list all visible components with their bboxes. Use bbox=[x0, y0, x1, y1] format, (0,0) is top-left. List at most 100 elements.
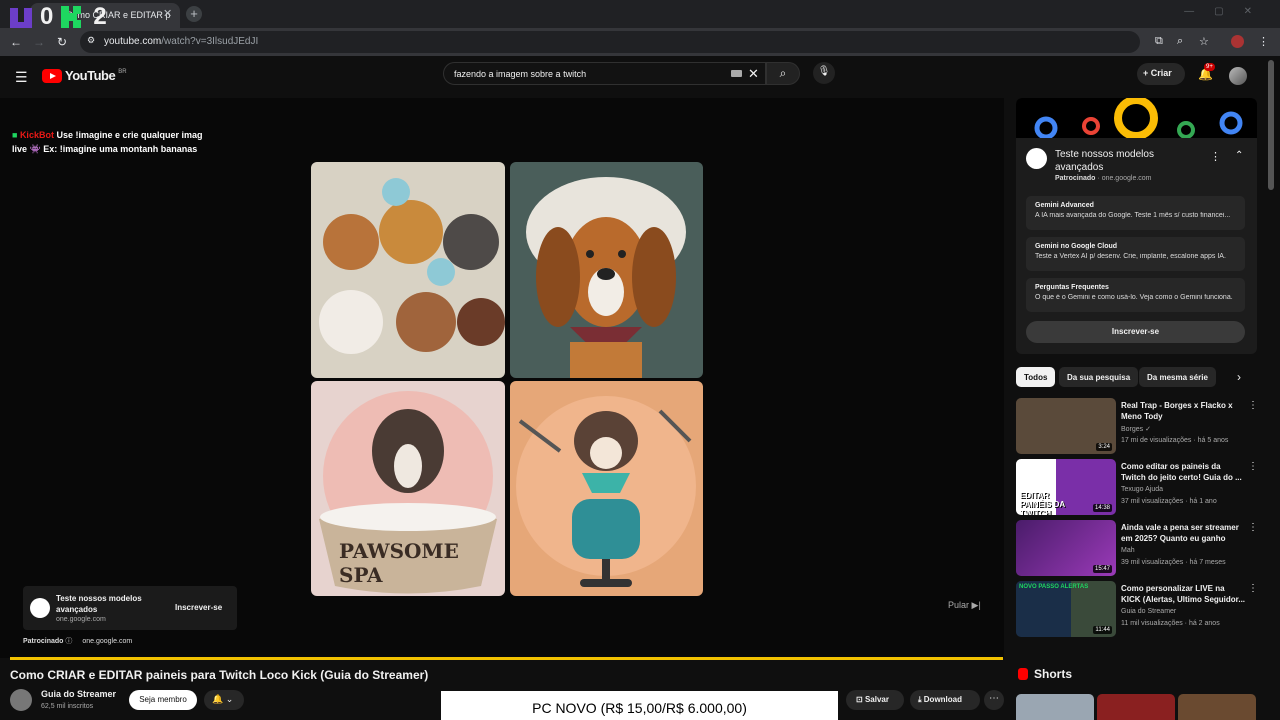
short-thumbnail[interactable] bbox=[1097, 694, 1175, 720]
sidebar-ad-subscribe-button[interactable]: Inscrever-se bbox=[1026, 321, 1245, 343]
channel-name[interactable]: Guia do Streamer bbox=[1121, 608, 1176, 615]
video-title[interactable]: Como personalizar LIVE na KICK (Alertas,… bbox=[1121, 583, 1245, 605]
clear-search-icon[interactable]: ✕ bbox=[748, 66, 759, 82]
join-button[interactable]: Seja membro bbox=[129, 690, 197, 710]
sidebar-ad-item-heading: Gemini Advanced bbox=[1035, 202, 1094, 209]
install-icon[interactable]: ⧉ bbox=[1155, 35, 1163, 48]
page-scrollbar[interactable] bbox=[1268, 60, 1274, 190]
video-menu-icon[interactable]: ⋮ bbox=[1248, 522, 1258, 533]
sidebar-ad-item[interactable]: Gemini Advanced A IA mais avançada do Go… bbox=[1026, 196, 1245, 230]
video-duration: 11:44 bbox=[1093, 626, 1112, 634]
ad-progress-bar[interactable] bbox=[10, 657, 1003, 660]
video-menu-icon[interactable]: ⋮ bbox=[1248, 461, 1258, 472]
youtube-logo-text: YouTube bbox=[65, 68, 116, 83]
create-button[interactable]: + Criar bbox=[1137, 63, 1185, 85]
sidebar-ad[interactable]: Teste nossos modelos avançados Patrocina… bbox=[1016, 98, 1257, 354]
video-thumbnail[interactable]: 15:47 bbox=[1016, 520, 1116, 576]
kick-badge-icon: ■ bbox=[12, 130, 20, 140]
chrome-menu-icon[interactable]: ⋮ bbox=[1258, 35, 1269, 48]
video-meta: 37 mil visualizações · há 1 ano bbox=[1121, 498, 1217, 505]
channel-line: Borges ✓ bbox=[1121, 425, 1151, 433]
short-thumbnail[interactable] bbox=[1178, 694, 1256, 720]
video-thumbnail[interactable]: EDITAR PAINÉIS DA TWITCH 14:38 bbox=[1016, 459, 1116, 515]
related-video[interactable]: 15:47 Ainda vale a pena ser streamer em … bbox=[1016, 520, 1262, 578]
video-title[interactable]: Ainda vale a pena ser streamer em 2025? … bbox=[1121, 522, 1245, 544]
sidebar-ad-item[interactable]: Gemini no Google Cloud Teste a Vertex AI… bbox=[1026, 237, 1245, 271]
zoom-icon[interactable]: ⌕ bbox=[1177, 35, 1183, 48]
youtube-logo[interactable]: YouTube BR bbox=[42, 68, 127, 83]
tile-dog-portrait bbox=[510, 162, 703, 378]
related-video[interactable]: NOVO PASSO ALERTAS 11:44 Como personaliz… bbox=[1016, 581, 1262, 639]
video-menu-icon[interactable]: ⋮ bbox=[1248, 400, 1258, 411]
video-thumbnail[interactable]: NOVO PASSO ALERTAS 11:44 bbox=[1016, 581, 1116, 637]
forward-icon[interactable]: → bbox=[33, 35, 45, 49]
more-actions-icon[interactable]: ⋯ bbox=[984, 690, 1004, 710]
chip-todos[interactable]: Todos bbox=[1016, 367, 1056, 387]
search-icon: ⌕ bbox=[779, 66, 787, 80]
chevron-up-icon[interactable]: ⌃ bbox=[1235, 150, 1243, 161]
channel-name[interactable]: Borges bbox=[1121, 426, 1143, 433]
youtube-header: ☰ YouTube BR fazendo a imagem sobre a tw… bbox=[0, 56, 1280, 98]
address-bar-row: ← → ↻ youtube.com/watch?v=3IlsudJEdJI ⚙ … bbox=[0, 28, 1280, 56]
channel-name[interactable]: Mah bbox=[1121, 547, 1135, 554]
url-field[interactable]: youtube.com/watch?v=3IlsudJEdJI bbox=[80, 31, 1140, 53]
skip-ad-button[interactable]: Pular ▶| bbox=[948, 600, 981, 611]
stream-goal-banner: PC NOVO (R$ 15,00/R$ 6.000,00) bbox=[441, 691, 838, 720]
short-thumbnail[interactable] bbox=[1016, 694, 1094, 720]
reload-icon[interactable]: ↻ bbox=[57, 35, 67, 49]
sidebar-ad-item[interactable]: Perguntas Frequentes O que é o Gemini e … bbox=[1026, 278, 1245, 312]
download-button[interactable]: ⤓ Download bbox=[910, 690, 980, 710]
window-controls[interactable]: —▢✕ bbox=[1184, 6, 1272, 17]
tile-dogs-group bbox=[311, 162, 505, 378]
bookmark-star-icon[interactable]: ☆ bbox=[1199, 35, 1209, 48]
sponsor-domain[interactable]: one.google.com bbox=[82, 638, 132, 645]
kick-logo-icon bbox=[61, 6, 82, 28]
channel-avatar[interactable] bbox=[10, 689, 32, 711]
sidebar-ad-item-desc: A IA mais avançada do Google. Teste 1 mê… bbox=[1035, 212, 1231, 219]
sidebar-ad-item-heading: Perguntas Frequentes bbox=[1035, 284, 1109, 291]
download-label: Download bbox=[923, 695, 962, 704]
new-tab-icon[interactable]: + bbox=[186, 6, 202, 22]
bell-icon: 🔔 bbox=[212, 694, 224, 704]
profile-icon[interactable] bbox=[1231, 35, 1244, 48]
tab-close-icon[interactable]: ✕ bbox=[163, 7, 172, 20]
overlay-right-digit: 2 bbox=[93, 3, 107, 30]
video-title[interactable]: Como editar os paineis da Twitch do jeit… bbox=[1121, 461, 1245, 483]
related-video[interactable]: 3:24 Real Trap - Borges x Flacko x Meno … bbox=[1016, 398, 1262, 456]
save-button[interactable]: ⊡ Salvar bbox=[846, 690, 904, 710]
channel-name[interactable]: Texugo Ajuda bbox=[1121, 486, 1163, 493]
tile-dog-barber bbox=[510, 381, 703, 596]
video-title[interactable]: Real Trap - Borges x Flacko x Meno Tody bbox=[1121, 400, 1245, 422]
site-info-icon[interactable]: ⚙ bbox=[87, 35, 95, 46]
search-input[interactable]: fazendo a imagem sobre a twitch bbox=[443, 62, 766, 85]
verified-icon: ✓ bbox=[1145, 426, 1152, 433]
download-icon: ⤓ bbox=[918, 695, 922, 704]
related-video[interactable]: EDITAR PAINÉIS DA TWITCH 14:38 Como edit… bbox=[1016, 459, 1262, 517]
chevron-right-icon[interactable]: › bbox=[1237, 370, 1241, 384]
url-domain: youtube.com bbox=[104, 36, 162, 47]
info-icon[interactable]: ⓘ bbox=[65, 638, 74, 645]
menu-icon[interactable]: ☰ bbox=[15, 69, 28, 86]
video-duration: 3:24 bbox=[1096, 443, 1112, 451]
channel-name[interactable]: Guia do Streamer bbox=[41, 689, 116, 699]
ad-banner-image bbox=[1016, 98, 1257, 140]
country-code: BR bbox=[118, 68, 127, 75]
voice-search-icon[interactable]: 🎙 bbox=[813, 62, 835, 84]
keyboard-icon[interactable] bbox=[731, 70, 742, 77]
video-thumbnail[interactable]: 3:24 bbox=[1016, 398, 1116, 454]
video-duration: 14:38 bbox=[1092, 504, 1112, 512]
sponsored-label: Patrocinado bbox=[23, 638, 64, 645]
player-ad-card[interactable]: Teste nossos modelos avançados one.googl… bbox=[23, 586, 237, 630]
chip-da-mesma-serie[interactable]: Da mesma série bbox=[1139, 367, 1216, 387]
sidebar-ad-menu-icon[interactable]: ⋮ bbox=[1210, 150, 1221, 163]
shorts-heading: Shorts bbox=[1034, 667, 1073, 681]
ad-card-subscribe-button[interactable]: Inscrever-se bbox=[175, 603, 222, 612]
back-icon[interactable]: ← bbox=[10, 35, 22, 49]
subscription-bell-button[interactable]: 🔔 ⌄ bbox=[204, 690, 244, 710]
account-avatar[interactable] bbox=[1229, 67, 1247, 85]
sidebar-ad-domain: one.google.com bbox=[1101, 175, 1152, 182]
overlay-chat-message: ■ KickBot Use !imagine e crie qualquer i… bbox=[12, 128, 217, 156]
video-menu-icon[interactable]: ⋮ bbox=[1248, 583, 1258, 594]
search-button[interactable]: ⌕ bbox=[766, 62, 800, 85]
chip-da-sua-pesquisa[interactable]: Da sua pesquisa bbox=[1059, 367, 1139, 387]
